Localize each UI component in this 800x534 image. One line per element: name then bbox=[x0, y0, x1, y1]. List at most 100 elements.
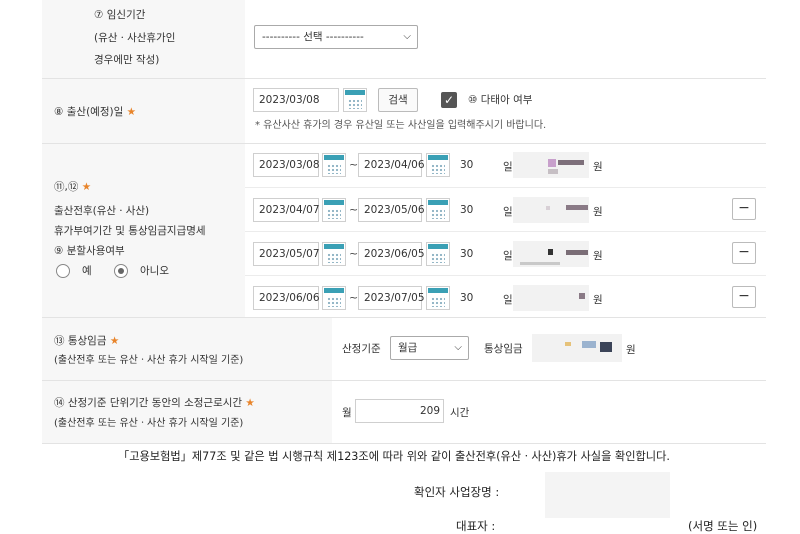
wage-basis-select[interactable]: 월급 ⌵ bbox=[390, 336, 469, 360]
calendar-icon[interactable] bbox=[322, 242, 346, 266]
representative-label: 대표자 : bbox=[456, 519, 496, 533]
split-use-label: ⑨ 분할사용여부 bbox=[54, 245, 125, 257]
search-button[interactable]: 검색 bbox=[378, 88, 418, 112]
business-name-redacted bbox=[545, 472, 670, 518]
leave-days: 30 bbox=[460, 292, 474, 304]
confirmation-statement: 「고용보험법」제77조 및 같은 법 시행규칙 제123조에 따라 위와 같이 … bbox=[118, 450, 670, 463]
leave-start-date[interactable]: 2023/04/07 bbox=[253, 198, 320, 222]
calendar-icon[interactable] bbox=[426, 286, 450, 310]
required-star: ★ bbox=[245, 397, 255, 409]
leave-end-date[interactable]: 2023/06/05 bbox=[358, 242, 425, 266]
leave-days: 30 bbox=[460, 248, 474, 260]
leave-label-line1: 출산전후(유산ㆍ사산) bbox=[54, 205, 150, 217]
range-tilde: ~ bbox=[349, 291, 359, 304]
redaction-smudge bbox=[566, 250, 588, 255]
remove-row-button[interactable]: − bbox=[732, 198, 756, 220]
wage-label-text: ⑬ 통상임금 bbox=[54, 335, 107, 347]
range-tilde: ~ bbox=[349, 247, 359, 260]
pregnancy-label-line3: 경우에만 작성) bbox=[94, 54, 160, 66]
wage-basis-label: 산정기준 bbox=[342, 343, 381, 355]
split-radio-no-label: 아니오 bbox=[140, 265, 169, 277]
pregnancy-period-select[interactable]: ---------- 선택 ---------- ⌵ bbox=[254, 25, 418, 49]
pregnancy-select-value: ---------- 선택 ---------- bbox=[262, 31, 364, 43]
hours-unit: 시간 bbox=[450, 407, 470, 419]
calendar-icon[interactable] bbox=[426, 198, 450, 222]
required-star: ★ bbox=[126, 106, 137, 118]
split-radio-yes[interactable] bbox=[56, 264, 70, 278]
chevron-down-icon: ⌵ bbox=[403, 31, 411, 42]
leave-start-date[interactable]: 2023/06/06 bbox=[253, 286, 320, 310]
hours-label-line2: (출산전후 또는 유산ㆍ사산 휴가 시작일 기준) bbox=[54, 418, 244, 429]
twins-checkbox[interactable]: ✓ bbox=[441, 92, 457, 108]
redaction-smudge bbox=[600, 342, 612, 352]
divider bbox=[42, 317, 766, 318]
twins-label: ⑩ 다태아 여부 bbox=[468, 94, 533, 106]
hours-prefix: 월 bbox=[342, 407, 352, 419]
required-star: ★ bbox=[109, 335, 120, 347]
remove-row-button[interactable]: − bbox=[732, 286, 756, 308]
calendar-icon[interactable] bbox=[322, 286, 346, 310]
redaction-smudge bbox=[548, 159, 556, 167]
label-cell-wage bbox=[42, 318, 332, 380]
won-unit: 원 bbox=[593, 161, 603, 173]
range-tilde: ~ bbox=[349, 203, 359, 216]
business-name-label: 확인자 사업장명 : bbox=[414, 485, 500, 499]
redaction-smudge bbox=[566, 205, 588, 210]
day-unit: 일 bbox=[503, 161, 513, 173]
leave-days: 30 bbox=[460, 204, 474, 216]
calendar-icon[interactable] bbox=[426, 242, 450, 266]
wage-amount-redacted bbox=[513, 197, 589, 223]
redaction-smudge bbox=[520, 262, 560, 265]
birth-note: * 유산사산 휴가의 경우 유산일 또는 사산일을 입력해주시기 바랍니다. bbox=[255, 120, 547, 131]
wage-label-line2: (출산전후 또는 유산ㆍ사산 휴가 시작일 기준) bbox=[54, 355, 244, 366]
day-unit: 일 bbox=[503, 294, 513, 306]
birth-date-label: ⑧ 출산(예정)일 ★ bbox=[54, 105, 136, 119]
leave-end-date[interactable]: 2023/05/06 bbox=[358, 198, 425, 222]
divider bbox=[42, 78, 766, 79]
pregnancy-label-line2: (유산ㆍ사산휴가인 bbox=[94, 32, 176, 44]
calendar-icon[interactable] bbox=[426, 153, 450, 177]
birth-date-label-text: ⑧ 출산(예정)일 bbox=[54, 106, 124, 118]
label-cell-hours bbox=[42, 381, 332, 443]
birth-date-input[interactable]: 2023/03/08 bbox=[253, 88, 339, 112]
leave-end-date[interactable]: 2023/07/05 bbox=[358, 286, 425, 310]
required-star: ★ bbox=[81, 181, 92, 193]
range-tilde: ~ bbox=[349, 158, 359, 171]
redaction-smudge bbox=[582, 341, 596, 348]
divider bbox=[42, 443, 766, 444]
chevron-down-icon: ⌵ bbox=[454, 342, 462, 353]
redaction-smudge bbox=[565, 342, 571, 346]
split-radio-no[interactable] bbox=[114, 264, 128, 278]
wage-basis-value: 월급 bbox=[398, 342, 418, 354]
leave-label-num: ⑪,⑫ ★ bbox=[54, 180, 91, 194]
work-hours-input[interactable]: 209 bbox=[355, 399, 444, 423]
divider bbox=[42, 380, 766, 381]
remove-row-button[interactable]: − bbox=[732, 242, 756, 264]
day-unit: 일 bbox=[503, 250, 513, 262]
pregnancy-label-line1: ⑦ 임신기간 bbox=[94, 9, 146, 21]
won-unit: 원 bbox=[626, 344, 636, 356]
redaction-smudge bbox=[579, 293, 585, 299]
redaction-smudge bbox=[548, 249, 553, 255]
calendar-icon[interactable] bbox=[343, 88, 367, 112]
split-radio-yes-label: 예 bbox=[82, 265, 92, 277]
wage-label-line1: ⑬ 통상임금 ★ bbox=[54, 334, 119, 348]
divider bbox=[245, 275, 766, 276]
leave-start-date[interactable]: 2023/05/07 bbox=[253, 242, 320, 266]
leave-start-date[interactable]: 2023/03/08 bbox=[253, 153, 320, 177]
leave-label-num-text: ⑪,⑫ bbox=[54, 181, 79, 193]
leave-days: 30 bbox=[460, 159, 474, 171]
calendar-icon[interactable] bbox=[322, 198, 346, 222]
divider bbox=[42, 143, 766, 144]
won-unit: 원 bbox=[593, 206, 603, 218]
leave-end-date[interactable]: 2023/04/06 bbox=[358, 153, 425, 177]
redaction-smudge bbox=[546, 206, 550, 210]
day-unit: 일 bbox=[503, 206, 513, 218]
won-unit: 원 bbox=[593, 250, 603, 262]
hours-label-text: ⑭ 산정기준 단위기간 동안의 소정근로시간 bbox=[54, 397, 243, 409]
divider bbox=[245, 231, 766, 232]
signature-label: (서명 또는 인) bbox=[688, 519, 758, 533]
divider bbox=[245, 187, 766, 188]
wage-amount-redacted bbox=[513, 285, 589, 311]
calendar-icon[interactable] bbox=[322, 153, 346, 177]
